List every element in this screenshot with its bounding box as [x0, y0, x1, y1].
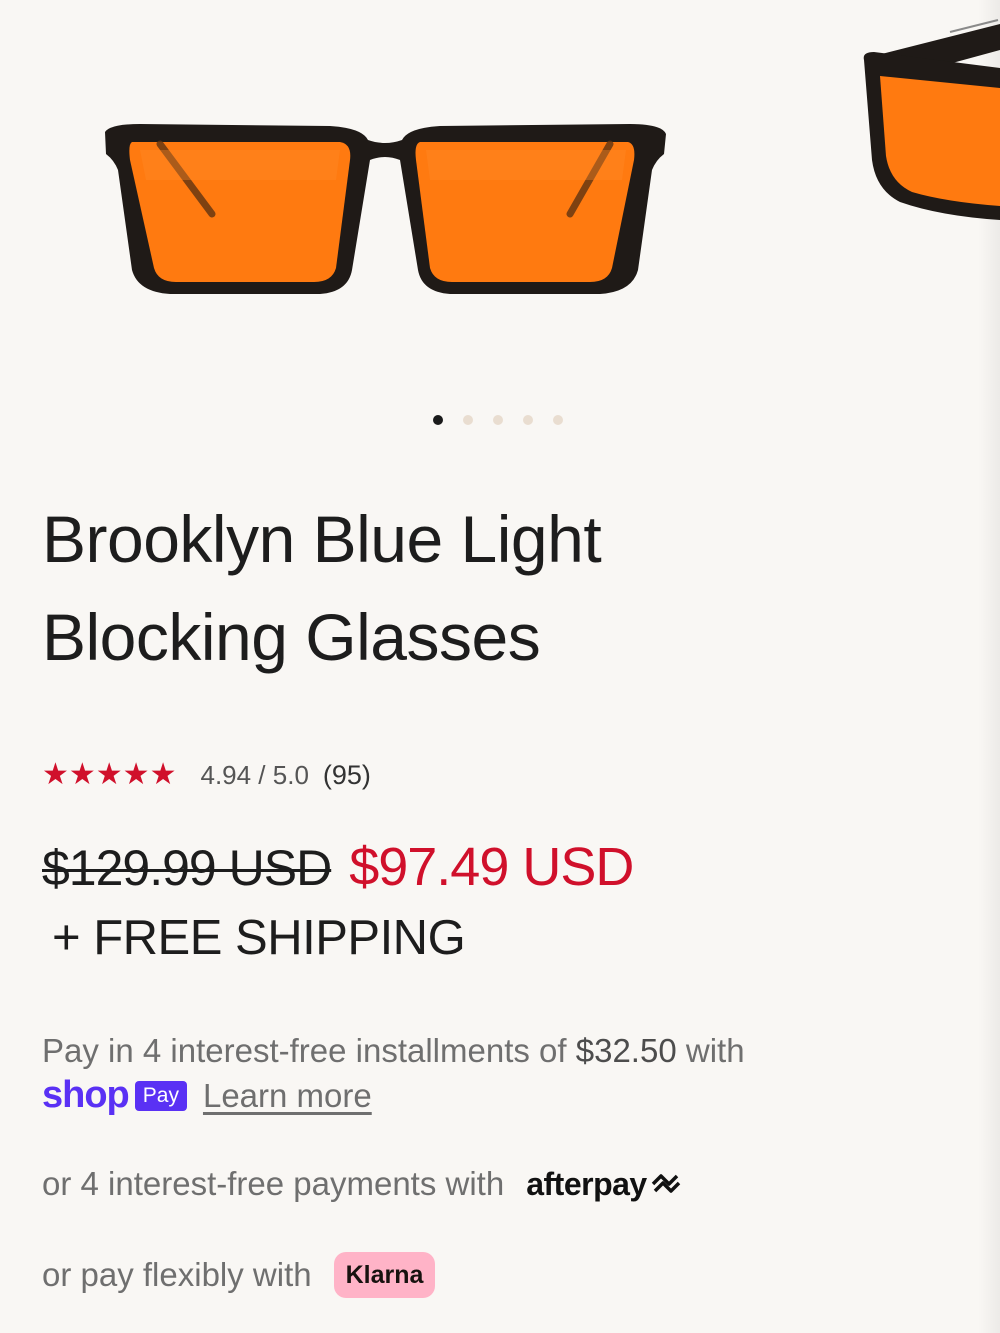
- free-shipping-label: + FREE SHIPPING: [52, 911, 466, 965]
- klarna-logo[interactable]: Klarna: [333, 1252, 436, 1298]
- rating-stars-icon: ★★★★★: [42, 758, 177, 791]
- rating-score: 4.94 / 5.0: [200, 759, 309, 790]
- installments-label: Pay in 4 interest-free installments of: [42, 1032, 567, 1069]
- sunglasses-front-image[interactable]: [100, 110, 670, 300]
- afterpay-arrows-icon: [651, 1174, 680, 1193]
- installment-amount: $32.50: [575, 1032, 677, 1069]
- review-count-link[interactable]: (95): [323, 760, 371, 791]
- gallery-dot-5[interactable]: [553, 415, 563, 425]
- afterpay-logo-text: afterpay: [526, 1165, 647, 1202]
- gallery-dot-1[interactable]: [433, 415, 443, 425]
- afterpay-logo[interactable]: afterpay: [526, 1166, 683, 1203]
- original-price: $129.99 USD: [42, 840, 332, 896]
- gallery-dot-3[interactable]: [493, 415, 503, 425]
- sale-price: $97.49 USD: [349, 837, 634, 897]
- afterpay-row: or 4 interest-free payments with afterpa…: [42, 1165, 683, 1203]
- pay-badge: Pay: [134, 1080, 187, 1111]
- gallery-pagination: [433, 415, 563, 425]
- product-rating[interactable]: ★★★★★ 4.94 / 5.0 (95): [42, 757, 371, 793]
- installments-with: with: [685, 1032, 745, 1069]
- product-title-line-2: Blocking Glasses: [42, 600, 541, 674]
- product-image-gallery[interactable]: [0, 0, 1000, 400]
- shop-pay-logo: shop: [42, 1074, 130, 1116]
- gallery-dot-4[interactable]: [523, 415, 533, 425]
- gallery-dot-2[interactable]: [463, 415, 473, 425]
- product-title-line-1: Brooklyn Blue Light: [42, 502, 602, 576]
- shoppay-row: shop Pay Learn more: [42, 1074, 372, 1117]
- product-title: Brooklyn Blue Light Blocking Glasses: [42, 490, 942, 686]
- afterpay-text: or 4 interest-free payments with: [42, 1165, 505, 1202]
- klarna-text: or pay flexibly with: [42, 1256, 312, 1293]
- shoppay-installments-text: Pay in 4 interest-free installments of $…: [42, 1028, 942, 1074]
- sunglasses-angled-image[interactable]: [860, 10, 1000, 220]
- price-block: $129.99 USD $97.49 USD: [42, 836, 634, 898]
- learn-more-link[interactable]: Learn more: [203, 1077, 372, 1115]
- klarna-row: or pay flexibly with Klarna: [42, 1252, 436, 1298]
